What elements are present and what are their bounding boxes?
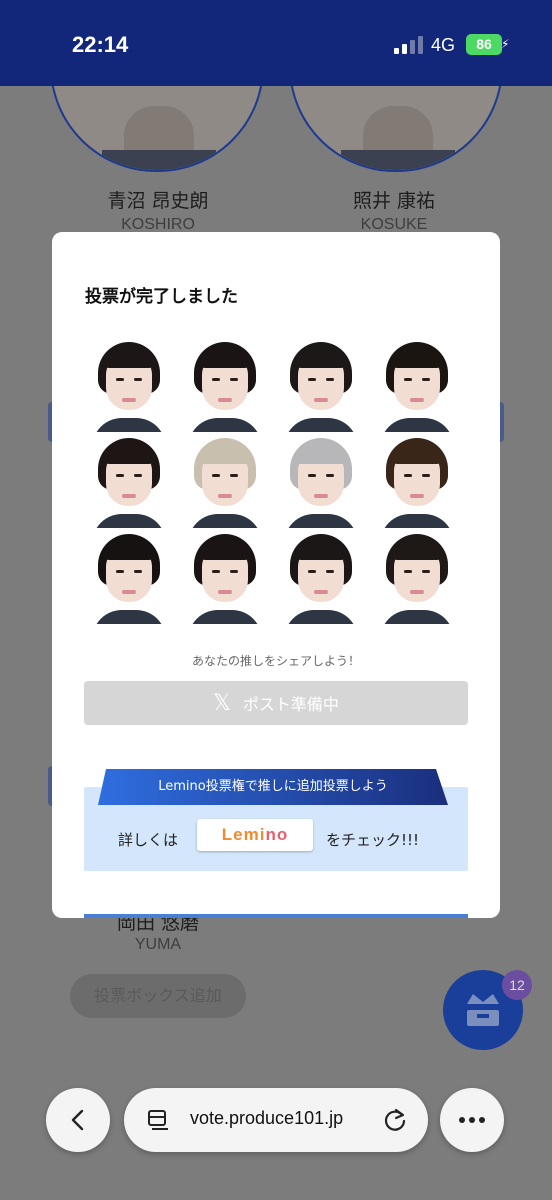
modal-divider bbox=[84, 914, 468, 918]
x-logo-icon: 𝕏 bbox=[213, 690, 231, 716]
modal-title: 投票が完了しました bbox=[85, 287, 238, 307]
voted-trainee-photo bbox=[186, 530, 264, 624]
network-type: 4G bbox=[431, 35, 456, 55]
chevron-left-icon bbox=[71, 1109, 84, 1131]
trainee-roman-name: YUMA bbox=[134, 936, 182, 953]
promo-suffix: をチェック!!! bbox=[326, 831, 420, 849]
promo-prefix: 詳しくは bbox=[118, 831, 179, 849]
promo-ribbon-text: Lemino投票権で推しに追加投票しよう bbox=[158, 779, 388, 794]
voted-trainee-photo bbox=[282, 434, 360, 528]
trainee-name: 青沼 昂史朗 bbox=[107, 190, 209, 212]
address-bar[interactable]: vote.produce101.jp bbox=[124, 1088, 428, 1152]
vote-count-badge: 12 bbox=[502, 970, 532, 1000]
voted-trainee-photo bbox=[378, 338, 456, 432]
status-bar: 22:14 4G 86 ⚡ bbox=[0, 0, 552, 86]
voted-trainee-photo bbox=[378, 530, 456, 624]
add-vote-box-button[interactable]: 投票ボックス追加 bbox=[70, 974, 246, 1018]
voted-trainee-photo bbox=[186, 338, 264, 432]
trainee-name: 照井 康祐 bbox=[352, 190, 436, 212]
more-options-button[interactable] bbox=[440, 1088, 504, 1152]
voted-trainees-grid bbox=[88, 338, 472, 628]
lemino-link-button[interactable]: Lemino bbox=[197, 819, 313, 851]
vote-complete-modal: 投票が完了しました あなたの推しをシェアしよう！ 𝕏 ポスト準備中 詳しくは L… bbox=[52, 232, 500, 918]
browser-toolbar: vote.produce101.jp bbox=[0, 1064, 552, 1200]
voted-trainee-photo bbox=[282, 530, 360, 624]
back-button[interactable] bbox=[46, 1088, 110, 1152]
voted-trainee-photo bbox=[90, 338, 168, 432]
status-time: 22:14 bbox=[72, 32, 129, 57]
lemino-logo: no bbox=[265, 825, 289, 844]
battery-icon: 86 bbox=[466, 34, 502, 55]
lemino-logo: Lemi bbox=[221, 825, 266, 844]
voted-trainee-photo bbox=[186, 434, 264, 528]
signal-icon bbox=[394, 36, 424, 54]
url-text: vote.produce101.jp bbox=[190, 1108, 344, 1128]
voted-trainee-photo bbox=[378, 434, 456, 528]
voted-trainee-photo bbox=[90, 434, 168, 528]
promo-ribbon: Lemino投票権で推しに追加投票しよう bbox=[98, 769, 448, 805]
post-button-label: ポスト準備中 bbox=[242, 695, 339, 714]
charging-icon: ⚡ bbox=[501, 37, 510, 51]
voted-trainee-photo bbox=[282, 338, 360, 432]
post-button[interactable]: 𝕏 ポスト準備中 bbox=[84, 681, 468, 725]
ellipsis-icon bbox=[459, 1117, 485, 1123]
voted-trainee-photo bbox=[90, 530, 168, 624]
page-menu-icon[interactable] bbox=[146, 1108, 170, 1132]
share-caption: あなたの推しをシェアしよう！ bbox=[191, 654, 360, 668]
reload-icon[interactable] bbox=[382, 1107, 408, 1133]
